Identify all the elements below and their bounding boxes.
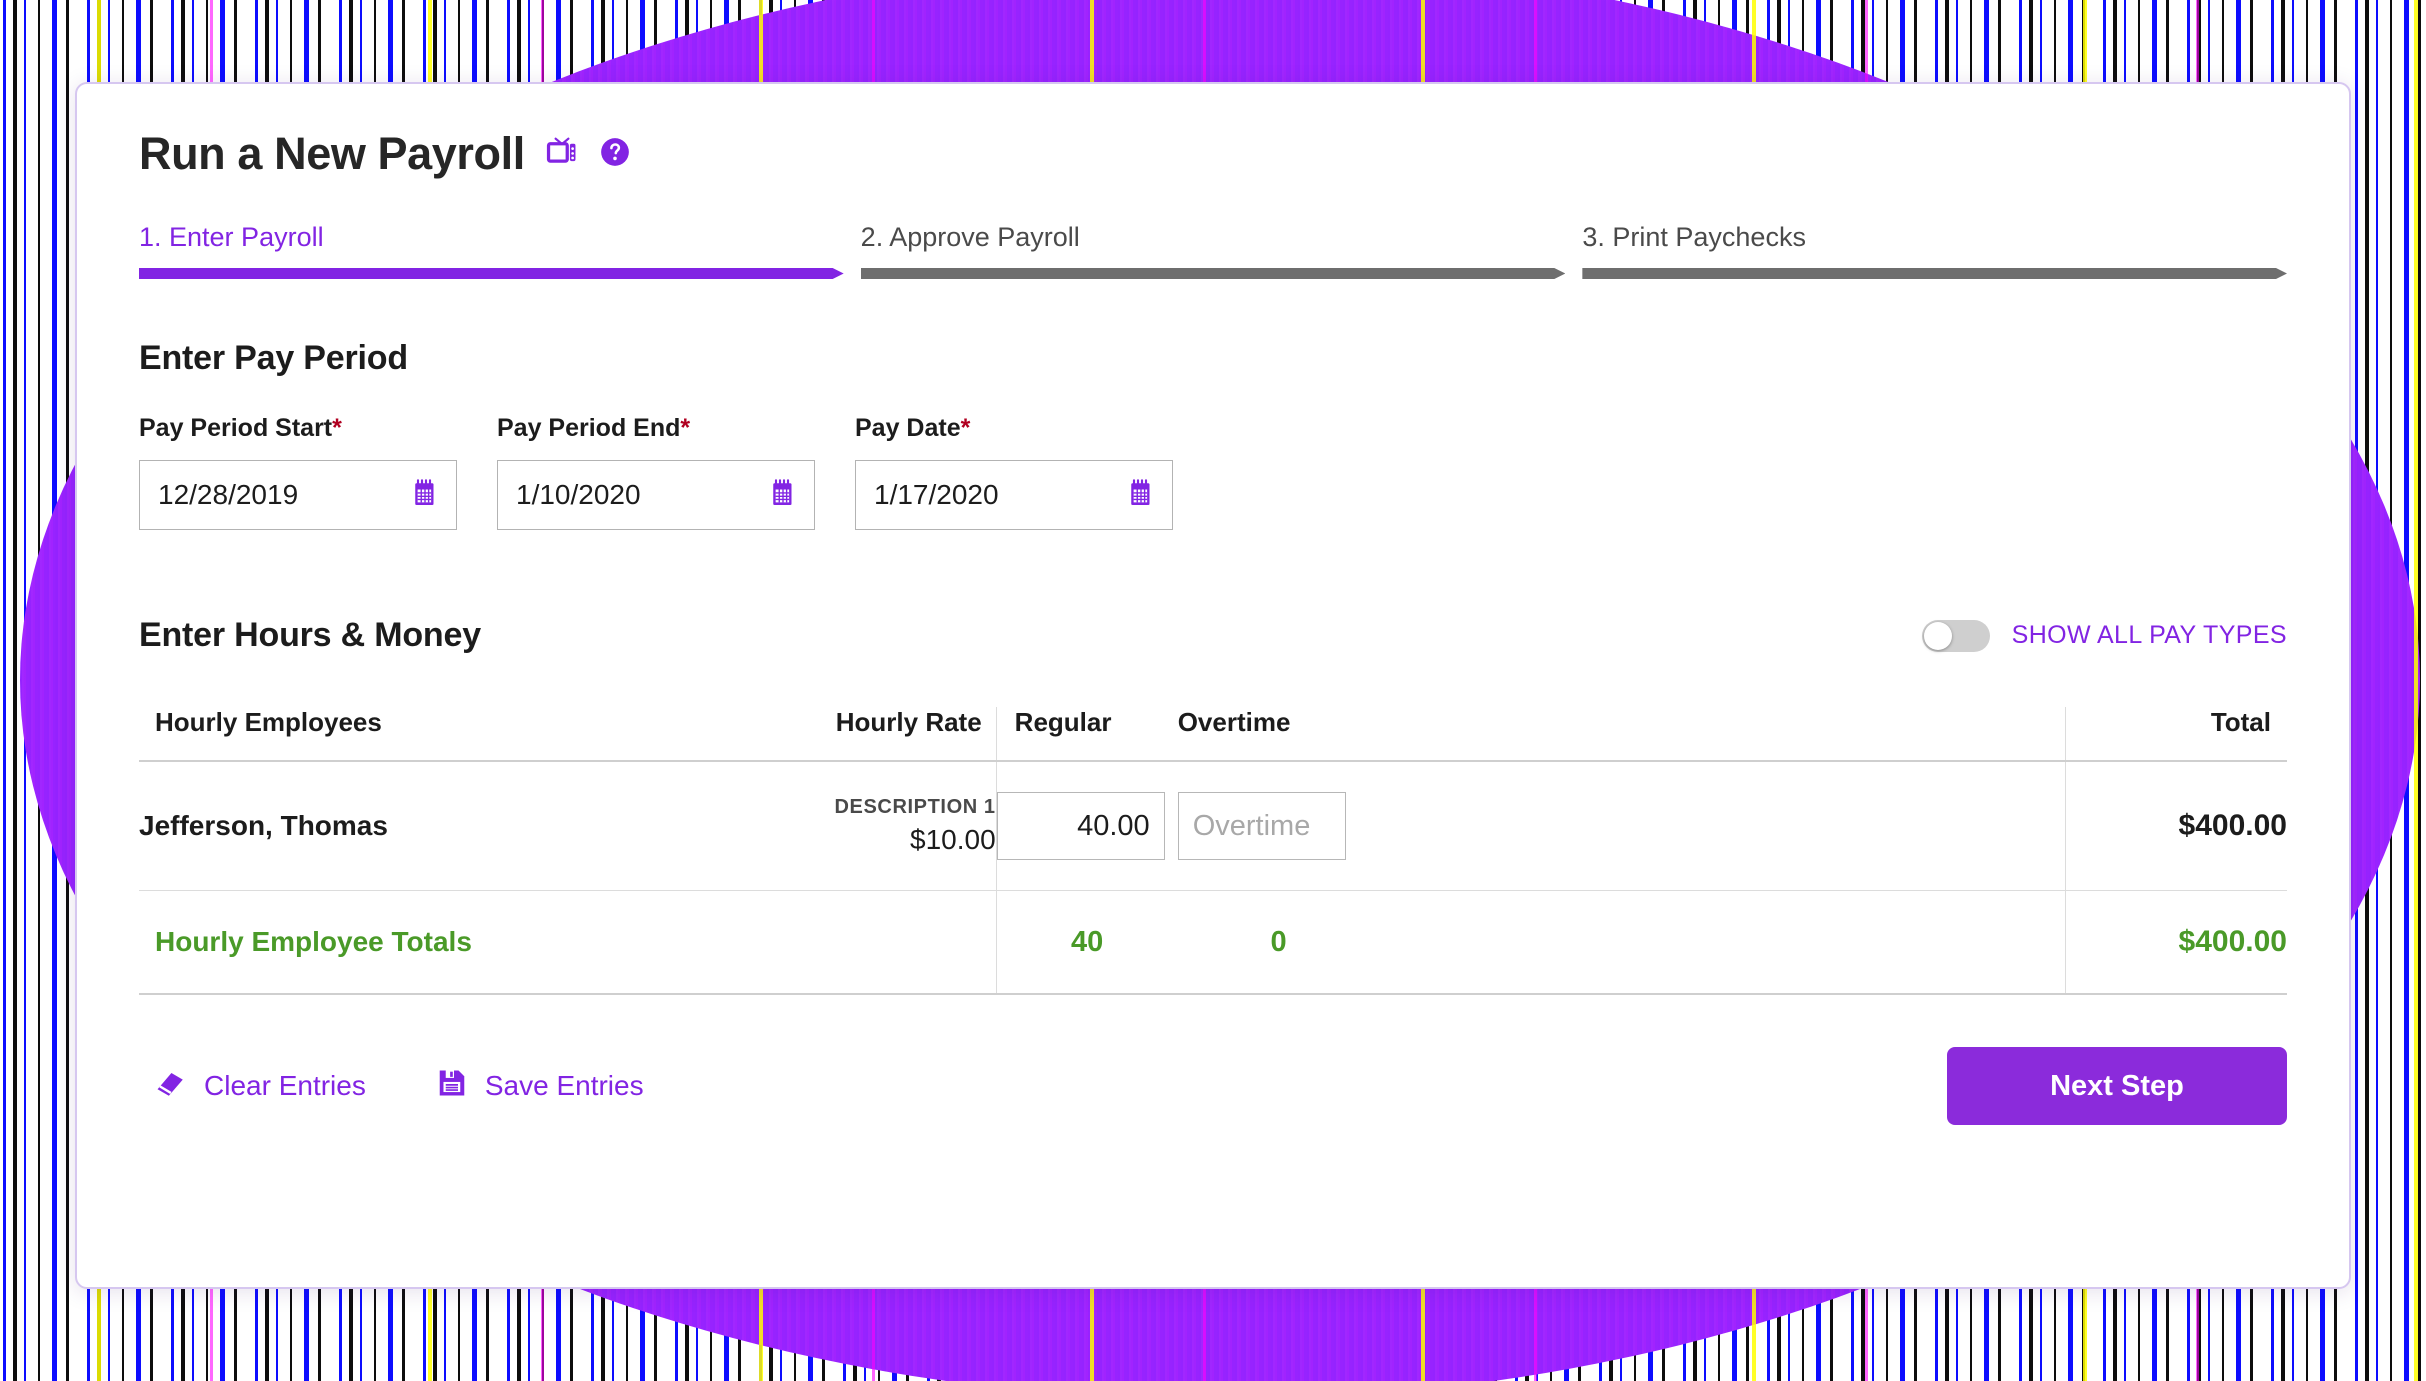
floppy-disk-icon <box>436 1067 468 1106</box>
payroll-step-indicator: 1. Enter Payroll 2. Approve Payroll 3. P… <box>139 222 2287 279</box>
totals-total: $400.00 <box>2064 890 2287 995</box>
dialog-header: Run a New Payroll <box>139 128 2287 180</box>
overtime-hours-input[interactable] <box>1177 792 1346 860</box>
col-header-overtime: Overtime <box>1177 707 1380 762</box>
help-circle-icon[interactable] <box>599 136 631 173</box>
hourly-employees-table: Hourly Employees Hourly Rate Regular Ove… <box>139 707 2287 995</box>
table-row: Jefferson, Thomas DESCRIPTION 1 $10.00 $… <box>139 761 2287 891</box>
col-header-spacer <box>1379 707 2066 762</box>
step-enter-payroll[interactable]: 1. Enter Payroll <box>139 222 844 279</box>
employee-row-total: $400.00 <box>2064 761 2287 891</box>
pay-period-start-label-text: Pay Period Start <box>139 414 333 442</box>
col-header-hourly-employees: Hourly Employees <box>139 707 765 762</box>
pay-date-label-text: Pay Date <box>855 414 961 442</box>
totals-label: Hourly Employee Totals <box>139 890 765 995</box>
step-enter-payroll-label: 1. Enter Payroll <box>139 222 324 252</box>
totals-rate-cell <box>764 890 997 995</box>
calendar-icon[interactable] <box>768 478 798 513</box>
rate-description: DESCRIPTION 1 <box>834 796 996 818</box>
enter-hours-money-heading: Enter Hours & Money <box>139 616 481 654</box>
totals-spacer-cell <box>1379 890 2066 995</box>
rate-amount: $10.00 <box>910 824 996 855</box>
row-spacer-cell <box>1379 761 2066 891</box>
step-approve-payroll-label: 2. Approve Payroll <box>860 222 1080 252</box>
step-approve-payroll[interactable]: 2. Approve Payroll <box>860 222 1566 279</box>
calendar-icon[interactable] <box>410 478 440 513</box>
table-header-row: Hourly Employees Hourly Rate Regular Ove… <box>139 707 2287 762</box>
show-all-pay-types-toggle[interactable] <box>1921 619 1990 652</box>
pay-period-start-field: Pay Period Start* 12/28/2019 <box>139 414 457 530</box>
step-print-paychecks-label: 3. Print Paychecks <box>1582 222 1806 252</box>
save-entries-label: Save Entries <box>484 1070 644 1101</box>
show-all-pay-types-control[interactable]: SHOW ALL PAY TYPES <box>1921 619 2287 652</box>
table-body: Jefferson, Thomas DESCRIPTION 1 $10.00 $… <box>139 761 2287 995</box>
col-header-hourly-rate: Hourly Rate <box>764 707 997 762</box>
table-header: Hourly Employees Hourly Rate Regular Ove… <box>139 707 2287 762</box>
pay-period-end-value: 1/10/2020 <box>516 479 641 510</box>
regular-hours-input[interactable] <box>996 792 1165 860</box>
enter-hours-money-header: Enter Hours & Money SHOW ALL PAY TYPES <box>139 616 2287 655</box>
col-header-regular: Regular <box>995 707 1178 762</box>
pay-period-end-field: Pay Period End* 1/10/2020 <box>497 414 815 530</box>
pay-period-end-input[interactable]: 1/10/2020 <box>497 460 815 530</box>
toggle-knob <box>1923 621 1952 650</box>
totals-row: Hourly Employee Totals 40 0 $400.00 <box>139 890 2287 995</box>
footer-actions: Clear Entries Save Entries <box>139 1066 644 1107</box>
pay-date-field: Pay Date* 1/17/2020 <box>855 414 1173 530</box>
run-payroll-dialog: Run a New Payroll 1. Enter Payroll 2. Ap… <box>75 82 2351 1289</box>
clear-entries-button[interactable]: Clear Entries <box>153 1066 366 1107</box>
step-print-paychecks-bar <box>1582 268 2287 279</box>
regular-hours-cell <box>995 761 1178 891</box>
employee-rate-cell: DESCRIPTION 1 $10.00 <box>764 761 997 891</box>
clear-entries-label: Clear Entries <box>204 1070 366 1101</box>
pay-period-start-label: Pay Period Start* <box>139 414 457 443</box>
enter-pay-period-heading: Enter Pay Period <box>139 339 408 377</box>
step-print-paychecks[interactable]: 3. Print Paychecks <box>1582 222 2287 279</box>
required-asterisk: * <box>960 414 971 442</box>
dialog-footer: Clear Entries Save Entries Next Step <box>139 1047 2287 1125</box>
step-approve-payroll-bar <box>861 268 1566 279</box>
save-entries-button[interactable]: Save Entries <box>436 1067 644 1106</box>
col-header-total: Total <box>2064 707 2287 762</box>
overtime-hours-cell <box>1177 761 1380 891</box>
page-title: Run a New Payroll <box>139 128 525 179</box>
pay-date-label: Pay Date* <box>855 414 1173 443</box>
pay-period-fields: Pay Period Start* 12/28/2019 Pay Period … <box>139 414 2287 530</box>
calendar-icon[interactable] <box>1126 478 1156 513</box>
pay-period-start-value: 12/28/2019 <box>158 479 299 510</box>
required-asterisk: * <box>680 414 691 442</box>
show-all-pay-types-label: SHOW ALL PAY TYPES <box>2011 621 2287 649</box>
employee-name: Jefferson, Thomas <box>139 761 765 891</box>
pay-period-end-label-text: Pay Period End <box>497 414 681 442</box>
eraser-icon <box>153 1066 187 1107</box>
pay-date-input[interactable]: 1/17/2020 <box>855 460 1173 530</box>
pay-period-end-label: Pay Period End* <box>497 414 815 443</box>
totals-overtime: 0 <box>1177 890 1380 995</box>
pay-date-value: 1/17/2020 <box>874 479 999 510</box>
pay-period-start-input[interactable]: 12/28/2019 <box>139 460 457 530</box>
totals-regular: 40 <box>995 890 1178 995</box>
tv-icon[interactable] <box>545 135 579 174</box>
next-step-button[interactable]: Next Step <box>1947 1047 2287 1125</box>
required-asterisk: * <box>332 414 342 442</box>
step-enter-payroll-bar <box>139 268 844 279</box>
